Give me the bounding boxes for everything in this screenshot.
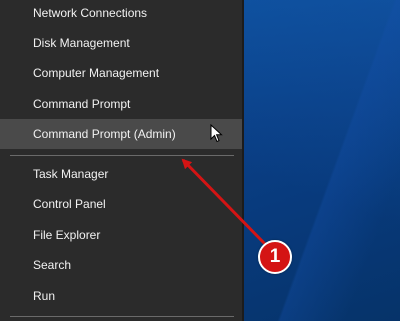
step-number-badge: 1 (258, 240, 292, 274)
annotation-arrow (181, 158, 268, 247)
annotation-arrow-layer (181, 158, 268, 247)
